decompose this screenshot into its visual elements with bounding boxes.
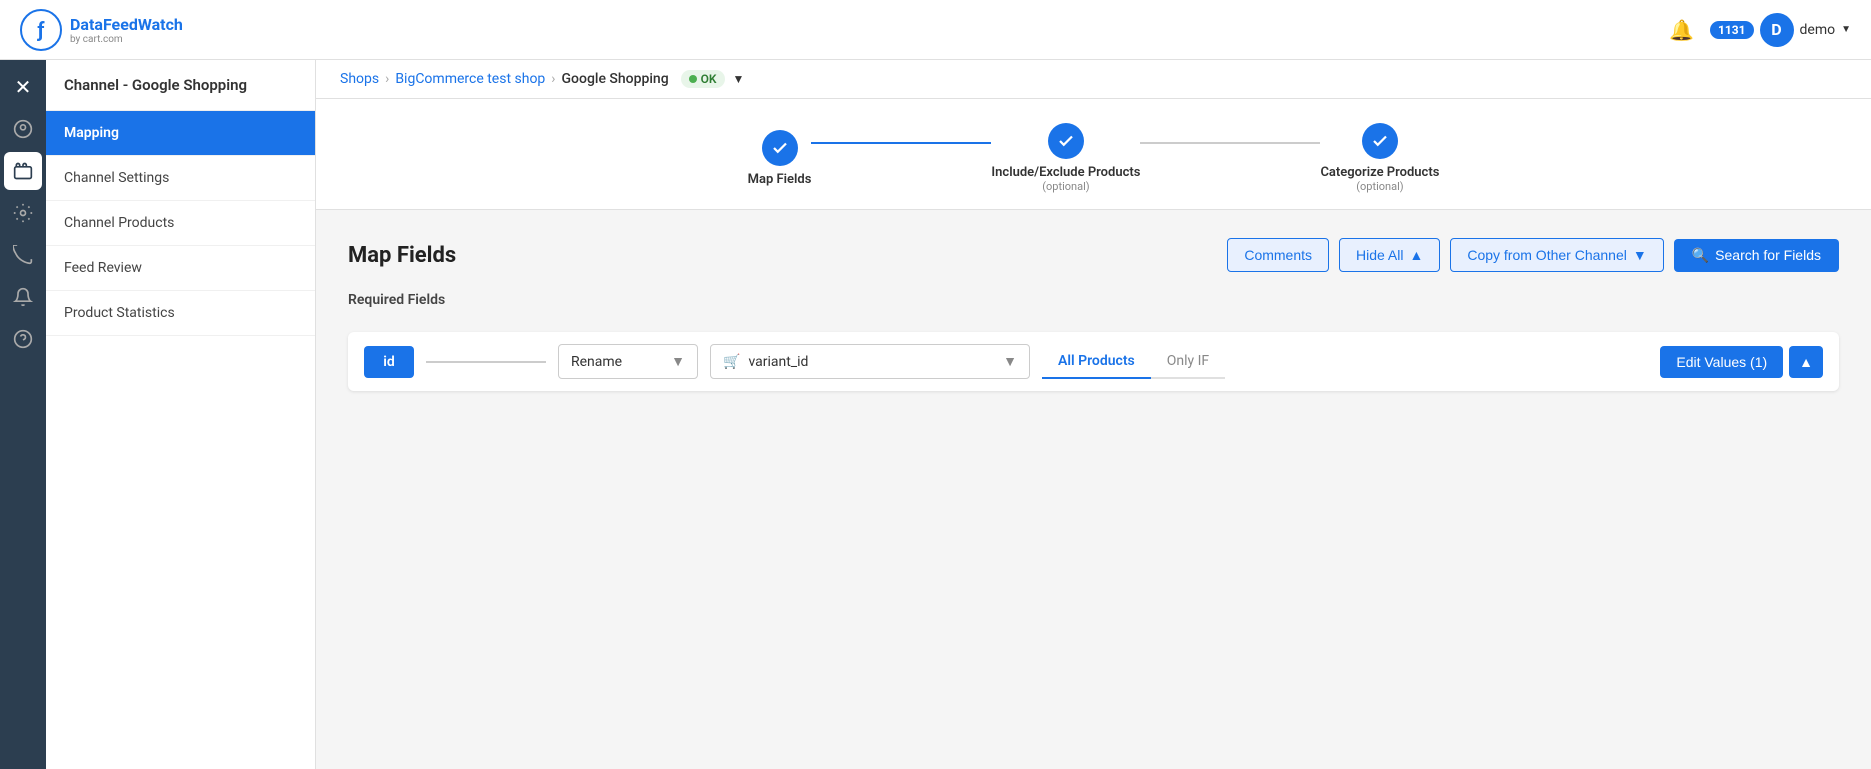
- user-name-label[interactable]: demo: [1800, 22, 1836, 38]
- tab-only-if[interactable]: Only IF: [1151, 345, 1225, 379]
- step-include-exclude-sublabel: (optional): [1042, 180, 1089, 193]
- sidebar-shop-icon[interactable]: [4, 152, 42, 190]
- step-map-fields-icon: [762, 130, 798, 166]
- product-tab-group: All Products Only IF: [1042, 345, 1225, 379]
- brand-name: DataFeedWatch: [70, 15, 183, 34]
- step-categorize-icon: [1362, 123, 1398, 159]
- sidebar-item-mapping-label: Mapping: [64, 125, 119, 141]
- map-fields-actions: Comments Hide All ▲ Copy from Other Chan…: [1227, 238, 1839, 272]
- copy-dropdown-arrow-icon: ▼: [1633, 247, 1647, 263]
- sidebar-item-mapping[interactable]: Mapping: [46, 111, 315, 156]
- logo-icon: ƒ: [20, 9, 62, 51]
- status-dot-icon: [689, 75, 697, 83]
- sidebar-close-button[interactable]: ✕: [4, 68, 42, 106]
- rename-select[interactable]: Rename ▼: [558, 344, 698, 379]
- comments-button[interactable]: Comments: [1227, 238, 1329, 272]
- notification-bell-icon[interactable]: 🔔: [1669, 18, 1694, 42]
- status-label: OK: [701, 72, 717, 86]
- step-map-fields-label: Map Fields: [748, 172, 812, 187]
- field-id-badge: id: [364, 346, 414, 378]
- step-include-exclude-label: Include/Exclude Products: [991, 165, 1140, 180]
- step-include-exclude[interactable]: Include/Exclude Products (optional): [991, 123, 1140, 193]
- value-dropdown-arrow-icon: ▼: [1003, 353, 1017, 370]
- notification-count-badge: 1131: [1710, 21, 1754, 39]
- user-avatar[interactable]: D: [1760, 13, 1794, 47]
- sidebar-bell-icon[interactable]: [4, 278, 42, 316]
- user-dropdown-arrow-icon[interactable]: ▼: [1841, 24, 1851, 35]
- sidebar-help-icon[interactable]: [4, 320, 42, 358]
- step-include-exclude-icon: [1048, 123, 1084, 159]
- sidebar-item-feed-review-label: Feed Review: [64, 260, 142, 276]
- value-select[interactable]: 🛒 variant_id ▼: [710, 344, 1030, 379]
- sidebar-settings-icon[interactable]: [4, 194, 42, 232]
- brand-sub: by cart.com: [70, 34, 183, 45]
- field-connector-line: [426, 361, 546, 363]
- edit-values-button-label: Edit Values (1): [1676, 354, 1767, 370]
- channel-panel: Channel - Google Shopping Mapping Channe…: [46, 60, 316, 769]
- header-right: 🔔 1131 D demo ▼: [1669, 13, 1851, 47]
- breadcrumb-channel-name: Google Shopping: [562, 71, 669, 87]
- content-area: Shops › BigCommerce test shop › Google S…: [316, 60, 1871, 769]
- breadcrumb-shop-link[interactable]: BigCommerce test shop: [395, 71, 545, 87]
- breadcrumb: Shops › BigCommerce test shop › Google S…: [316, 60, 1871, 99]
- map-fields-title: Map Fields: [348, 243, 456, 268]
- breadcrumb-shops-link[interactable]: Shops: [340, 71, 379, 87]
- sidebar-palette-icon[interactable]: [4, 110, 42, 148]
- field-id-text: id: [383, 354, 395, 370]
- field-row: id Rename ▼ 🛒 variant_id ▼ All Products: [348, 332, 1839, 391]
- hide-all-button-label: Hide All: [1356, 247, 1403, 263]
- copy-from-other-channel-label: Copy from Other Channel: [1467, 247, 1627, 263]
- map-fields-section: Map Fields Comments Hide All ▲ Copy from…: [316, 210, 1871, 769]
- value-select-label: variant_id: [748, 354, 808, 370]
- field-row-actions: Edit Values (1) ▲: [1660, 346, 1823, 378]
- comments-button-label: Comments: [1244, 247, 1312, 263]
- logo-text: DataFeedWatch by cart.com: [70, 15, 183, 45]
- breadcrumb-sep-1: ›: [385, 71, 389, 87]
- tab-all-products-label: All Products: [1058, 353, 1135, 369]
- sidebar-item-product-statistics-label: Product Statistics: [64, 305, 175, 321]
- tab-only-if-label: Only IF: [1167, 353, 1209, 369]
- step-categorize[interactable]: Categorize Products (optional): [1320, 123, 1439, 193]
- edit-values-button[interactable]: Edit Values (1): [1660, 346, 1783, 378]
- breadcrumb-dropdown-icon[interactable]: ▼: [733, 72, 745, 86]
- search-for-fields-label: Search for Fields: [1715, 247, 1821, 263]
- step-categorize-label: Categorize Products: [1320, 165, 1439, 180]
- search-icon: 🔍: [1692, 247, 1709, 264]
- hide-all-button[interactable]: Hide All ▲: [1339, 238, 1440, 272]
- sidebar-item-channel-settings-label: Channel Settings: [64, 170, 169, 186]
- rename-dropdown-arrow-icon: ▼: [671, 353, 685, 370]
- cart-icon: 🛒: [723, 354, 740, 370]
- sidebar-item-channel-products-label: Channel Products: [64, 215, 174, 231]
- sidebar-feeds-icon[interactable]: [4, 236, 42, 274]
- sidebar-item-channel-products[interactable]: Channel Products: [46, 201, 315, 246]
- hide-all-chevron-icon: ▲: [1409, 247, 1423, 263]
- main-layout: ✕ Channel - Google Shopping Mapping Chan…: [0, 60, 1871, 769]
- required-fields-label: Required Fields: [348, 292, 1839, 308]
- user-badge-area: 1131 D demo ▼: [1710, 13, 1851, 47]
- logo-area: ƒ DataFeedWatch by cart.com: [20, 9, 183, 51]
- map-fields-header: Map Fields Comments Hide All ▲ Copy from…: [348, 238, 1839, 272]
- top-header: ƒ DataFeedWatch by cart.com 🔔 1131 D dem…: [0, 0, 1871, 60]
- icon-sidebar: ✕: [0, 60, 46, 769]
- step-categorize-sublabel: (optional): [1356, 180, 1403, 193]
- collapse-row-button[interactable]: ▲: [1789, 346, 1823, 378]
- search-for-fields-button[interactable]: 🔍 Search for Fields: [1674, 239, 1839, 272]
- sidebar-item-channel-settings[interactable]: Channel Settings: [46, 156, 315, 201]
- copy-from-other-channel-button[interactable]: Copy from Other Channel ▼: [1450, 238, 1663, 272]
- sidebar-item-product-statistics[interactable]: Product Statistics: [46, 291, 315, 336]
- rename-select-label: Rename: [571, 354, 622, 370]
- tab-all-products[interactable]: All Products: [1042, 345, 1151, 379]
- breadcrumb-sep-2: ›: [551, 71, 555, 87]
- steps-wizard: Map Fields Include/Exclude Products (opt…: [316, 99, 1871, 210]
- steps-connector-2: [1140, 142, 1320, 144]
- status-badge: OK: [681, 70, 725, 88]
- chevron-up-icon: ▲: [1799, 354, 1813, 370]
- step-map-fields[interactable]: Map Fields: [748, 130, 812, 187]
- channel-panel-title: Channel - Google Shopping: [46, 60, 315, 111]
- steps-connector-1: [811, 142, 991, 144]
- sidebar-item-feed-review[interactable]: Feed Review: [46, 246, 315, 291]
